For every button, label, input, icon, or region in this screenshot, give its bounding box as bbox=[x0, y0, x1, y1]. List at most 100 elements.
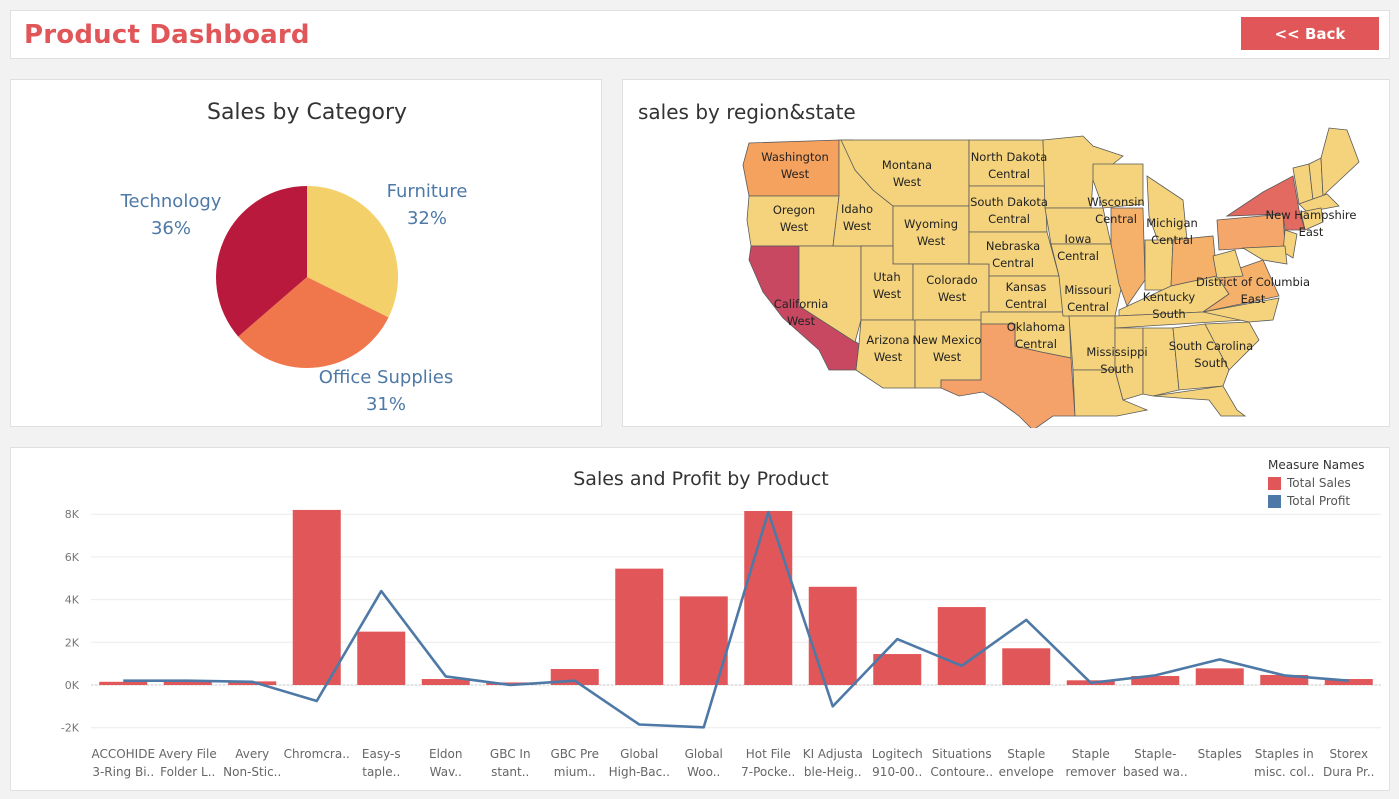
page-title: Product Dashboard bbox=[24, 20, 310, 50]
x-tick-label: Non-Stic.. bbox=[223, 765, 281, 779]
pie-label-office-supplies-pct: 31% bbox=[365, 394, 406, 415]
map-label-arizona-state: Arizona bbox=[866, 333, 909, 347]
bar-total-sales[interactable] bbox=[292, 509, 341, 685]
map-label-missouri-region: Central bbox=[1067, 300, 1109, 314]
map-label-montana-state: Montana bbox=[882, 158, 932, 172]
bar-total-sales[interactable] bbox=[808, 586, 857, 685]
x-tick-label: Global bbox=[620, 747, 658, 761]
sales-profit-combo-chart[interactable]: -2K 0K 2K 4K 6K 8K ACCOHIDE 3-Ring Bi.. Avery Fi… bbox=[11, 448, 1391, 792]
x-tick-label: Folder L.. bbox=[160, 765, 215, 779]
us-choropleth-map[interactable]: Washington West Montana West North Dakot… bbox=[623, 80, 1391, 428]
x-tick-label: Easy-s bbox=[362, 747, 401, 761]
map-label-michigan-state: Michigan bbox=[1146, 216, 1198, 230]
map-label-mississippi-region: South bbox=[1100, 362, 1133, 376]
bar-total-sales[interactable] bbox=[873, 654, 922, 685]
back-button[interactable]: << Back bbox=[1241, 17, 1379, 50]
bar-total-sales[interactable] bbox=[744, 510, 793, 685]
map-label-utah-region: West bbox=[873, 287, 902, 301]
header-bar: Product Dashboard << Back bbox=[10, 10, 1390, 59]
map-label-kentucky-region: South bbox=[1152, 307, 1185, 321]
x-tick-label: 3-Ring Bi.. bbox=[92, 765, 154, 779]
map-label-new-hampshire-region: East bbox=[1299, 225, 1324, 239]
x-tick-label: stant.. bbox=[491, 765, 529, 779]
map-label-iowa-region: Central bbox=[1057, 249, 1099, 263]
pie-label-furniture-pct: 32% bbox=[406, 208, 447, 229]
sales-by-region-state-panel: sales by region&state Washington West Mo… bbox=[622, 79, 1391, 428]
map-label-montana-region: West bbox=[893, 175, 922, 189]
x-tick-label: Global bbox=[685, 747, 723, 761]
y-tick-label: -2K bbox=[61, 722, 80, 735]
map-label-wyoming-state: Wyoming bbox=[904, 217, 958, 231]
map-label-north-dakota-state: North Dakota bbox=[971, 150, 1048, 164]
map-label-south-dakota-region: Central bbox=[988, 212, 1030, 226]
x-tick-label: Woo.. bbox=[687, 765, 720, 779]
map-label-colorado-state: Colorado bbox=[926, 273, 977, 287]
state-indiana[interactable] bbox=[1144, 239, 1174, 291]
map-label-iowa-state: Iowa bbox=[1065, 232, 1092, 246]
map-label-arizona-region: West bbox=[874, 350, 903, 364]
sales-profit-by-product-panel: Sales and Profit by Product Measure Name… bbox=[10, 447, 1390, 791]
map-label-mississippi-state: Mississippi bbox=[1086, 345, 1147, 359]
y-tick-label: 6K bbox=[65, 551, 80, 564]
x-tick-label: GBC Pre bbox=[550, 747, 599, 761]
map-label-kentucky-state: Kentucky bbox=[1143, 290, 1196, 304]
x-tick-label: Eldon bbox=[429, 747, 462, 761]
map-label-kansas-region: Central bbox=[1005, 297, 1047, 311]
map-label-oregon-state: Oregon bbox=[773, 203, 815, 217]
map-label-district-of-columbia-region: East bbox=[1241, 292, 1266, 306]
x-tick-label: Staple- bbox=[1134, 747, 1176, 761]
state-maine[interactable] bbox=[1320, 127, 1360, 197]
map-label-new-hampshire-state: New Hampshire bbox=[1266, 208, 1357, 222]
pie-label-office-supplies-name: Office Supplies bbox=[318, 367, 454, 388]
map-label-michigan-region: Central bbox=[1151, 233, 1193, 247]
x-tick-label: Avery File bbox=[159, 747, 217, 761]
x-tick-label: Staples in bbox=[1255, 747, 1314, 761]
bar-total-sales[interactable] bbox=[1195, 668, 1244, 685]
map-label-kansas-state: Kansas bbox=[1006, 280, 1047, 294]
map-label-wyoming-region: West bbox=[917, 234, 946, 248]
x-tick-label: Contoure.. bbox=[930, 765, 993, 779]
x-tick-label: ACCOHIDE bbox=[91, 747, 155, 761]
map-label-north-dakota-region: Central bbox=[988, 167, 1030, 181]
map-label-new-mexico-state: New Mexico bbox=[913, 333, 982, 347]
state-west-virginia[interactable] bbox=[1212, 249, 1244, 279]
x-tick-label: remover bbox=[1065, 765, 1116, 779]
map-label-wisconsin-state: Wisconsin bbox=[1087, 195, 1144, 209]
bar-total-sales[interactable] bbox=[1002, 648, 1051, 685]
bar-total-sales[interactable] bbox=[615, 568, 664, 685]
x-tick-label: 910-00.. bbox=[872, 765, 922, 779]
x-tick-label: Logitech bbox=[872, 747, 923, 761]
map-label-california-state: California bbox=[774, 297, 829, 311]
pie-label-technology-pct: 36% bbox=[150, 218, 191, 239]
map-label-oregon-region: West bbox=[780, 220, 809, 234]
map-label-south-carolina-region: South bbox=[1194, 356, 1227, 370]
x-tick-label: High-Bac.. bbox=[609, 765, 670, 779]
map-label-oklahoma-state: Oklahoma bbox=[1007, 320, 1066, 334]
map-label-missouri-state: Missouri bbox=[1064, 283, 1111, 297]
x-tick-label: Wav.. bbox=[430, 765, 462, 779]
x-tick-label: Chromcra.. bbox=[284, 747, 350, 761]
y-tick-label: 2K bbox=[65, 636, 80, 649]
bar-total-sales[interactable] bbox=[357, 631, 406, 685]
map-label-washington-state: Washington bbox=[761, 150, 829, 164]
map-label-wisconsin-region: Central bbox=[1095, 212, 1137, 226]
x-tick-label: Staple bbox=[1007, 747, 1045, 761]
bar-total-sales[interactable] bbox=[99, 681, 148, 685]
map-label-south-carolina-state: South Carolina bbox=[1169, 339, 1253, 353]
y-tick-label: 0K bbox=[65, 679, 80, 692]
x-tick-label: Storex bbox=[1329, 747, 1368, 761]
bar-total-sales[interactable] bbox=[937, 607, 986, 685]
map-label-nebraska-region: Central bbox=[992, 256, 1034, 270]
x-tick-label: Hot File bbox=[746, 747, 791, 761]
state-maryland[interactable] bbox=[1241, 245, 1288, 265]
map-label-california-region: West bbox=[787, 314, 816, 328]
map-label-idaho-region: West bbox=[843, 219, 872, 233]
pie-label-technology-name: Technology bbox=[120, 191, 222, 212]
x-tick-label: misc. col.. bbox=[1254, 765, 1314, 779]
x-tick-label: 7-Pocke.. bbox=[741, 765, 795, 779]
x-tick-label: Situations bbox=[932, 747, 992, 761]
x-tick-label: ble-Heig.. bbox=[804, 765, 862, 779]
map-label-district-of-columbia-state: District of Columbia bbox=[1196, 275, 1310, 289]
x-tick-label: Dura Pr.. bbox=[1323, 765, 1374, 779]
map-label-south-dakota-state: South Dakota bbox=[970, 195, 1048, 209]
